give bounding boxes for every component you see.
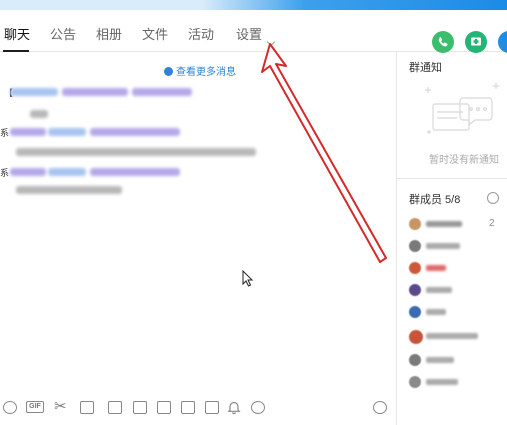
annotation-arrow [261,43,387,263]
group-chat-window: 聊天 公告 相册 文件 活动 设置 查看更多消息 【 系 系 GIF ✂ 群通知… [0,0,507,425]
